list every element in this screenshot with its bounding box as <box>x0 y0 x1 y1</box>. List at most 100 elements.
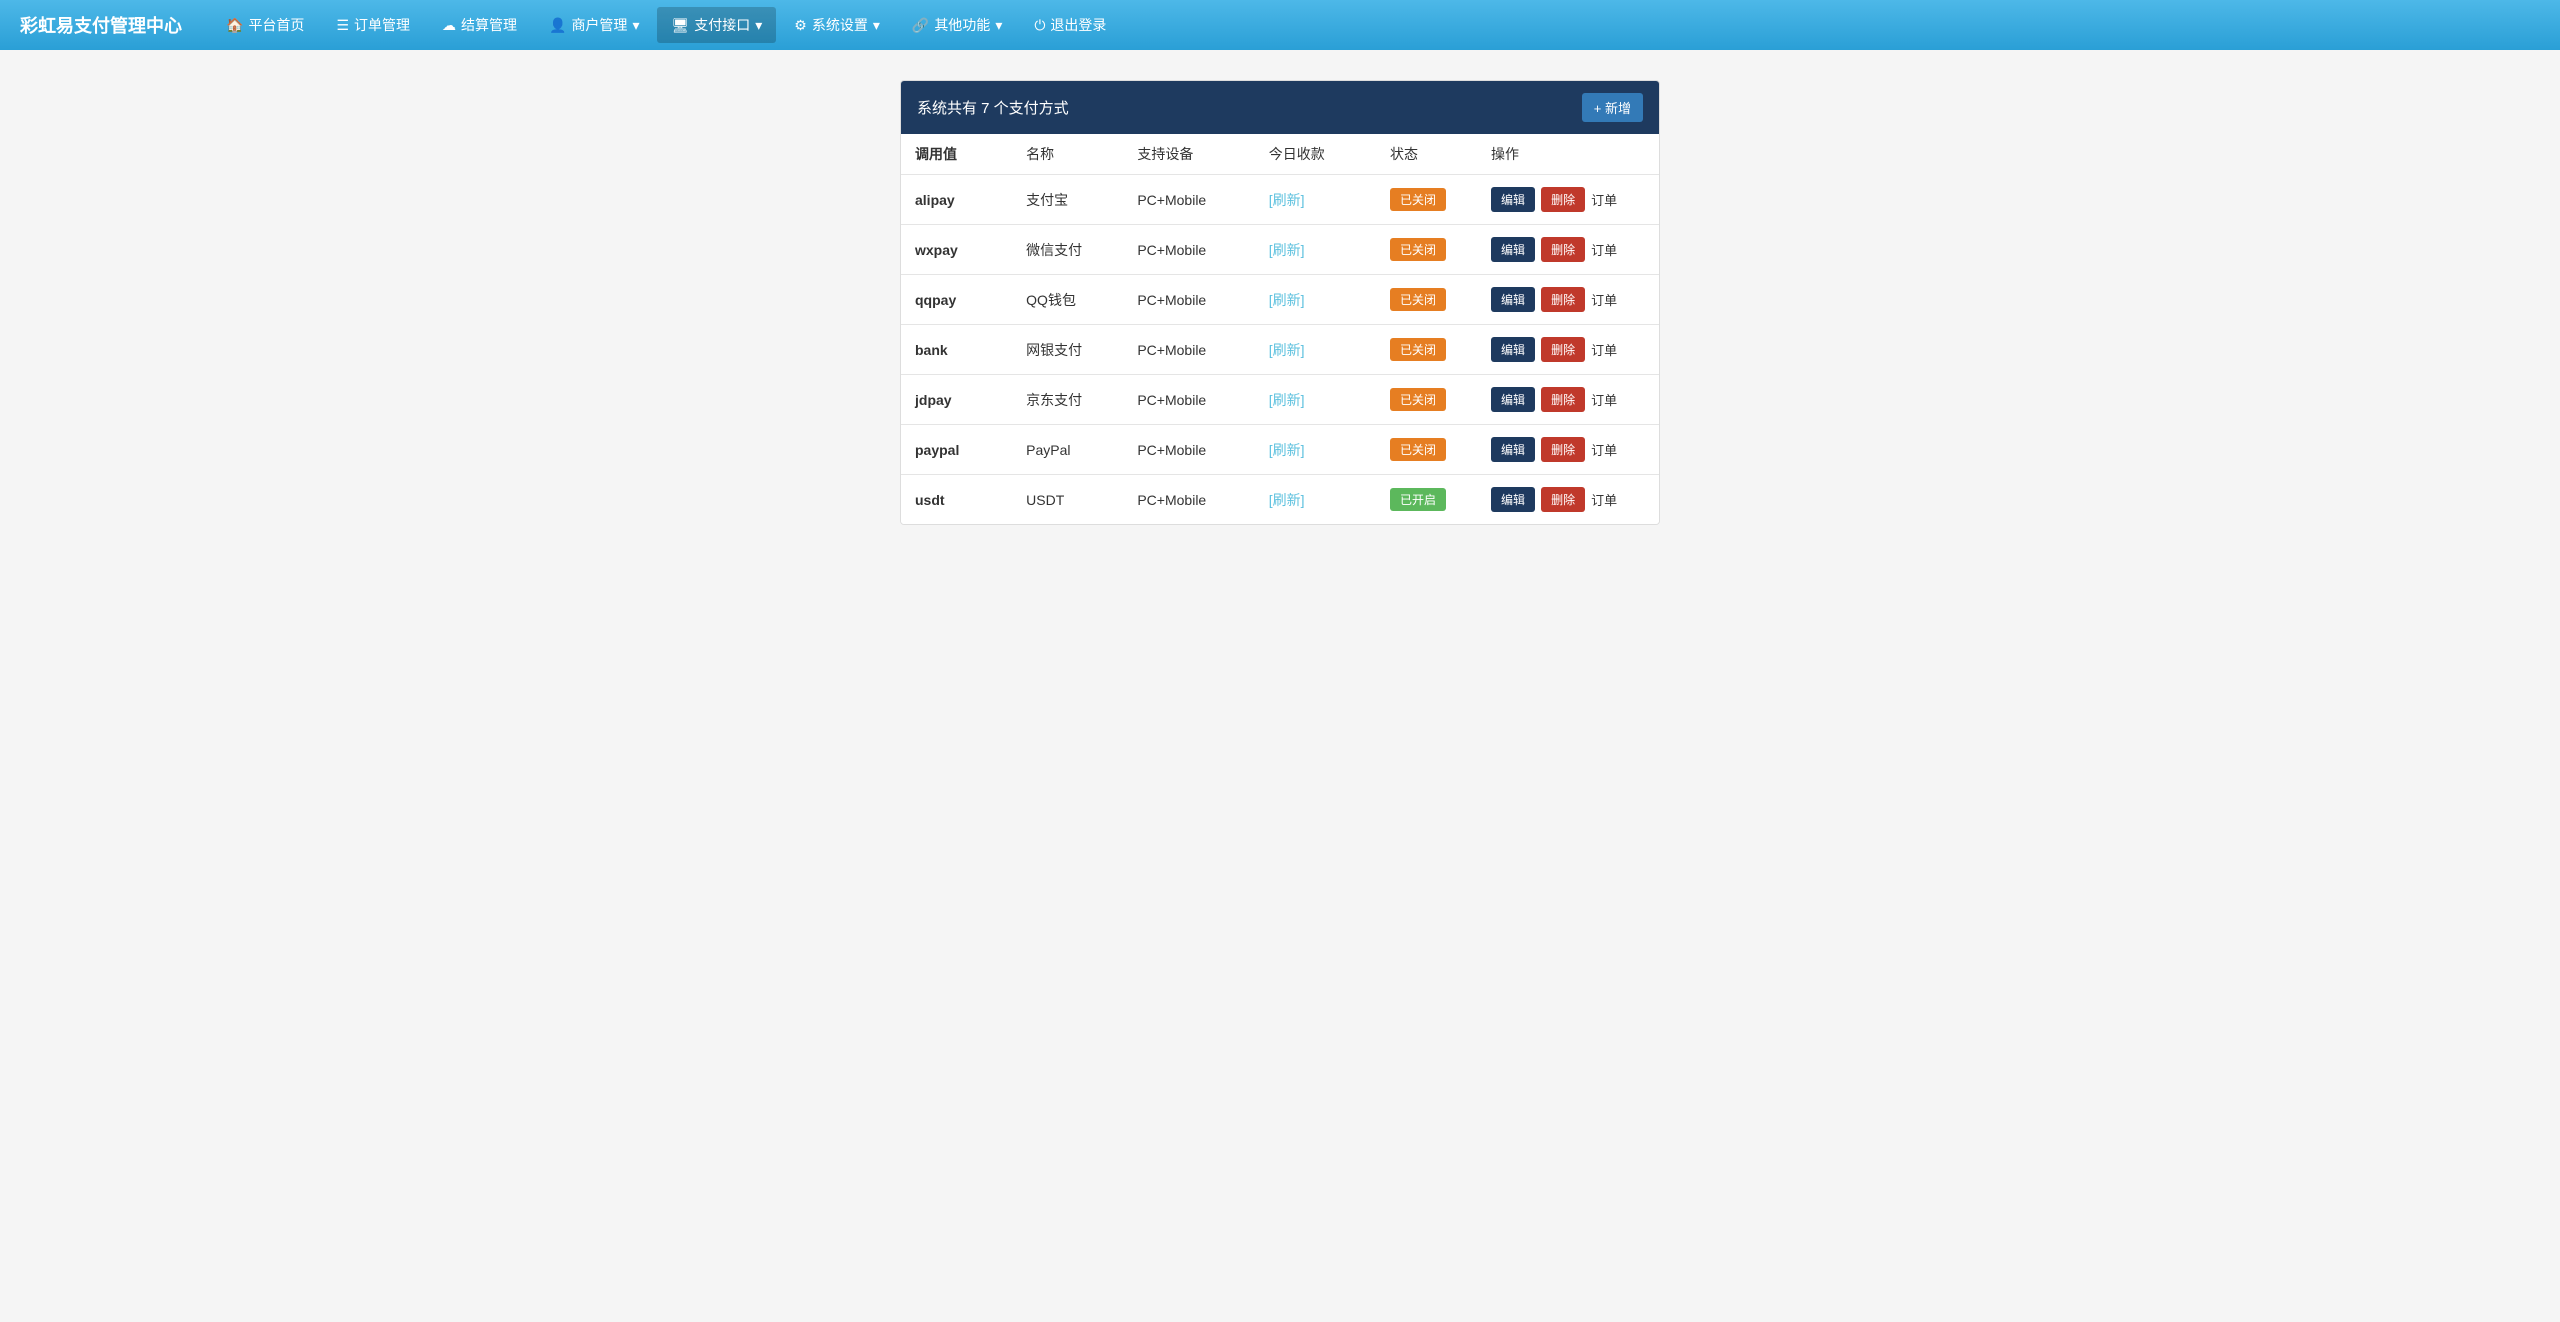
nav-item-logout[interactable]: ⏻ 退出登录 <box>1020 7 1120 43</box>
cell-today-6[interactable]: [刷新] <box>1255 475 1376 525</box>
nav-link-settlement[interactable]: ☁ 结算管理 <box>428 7 531 43</box>
nav-link-home[interactable]: 🏠 平台首页 <box>212 7 318 43</box>
delete-button-0[interactable]: 删除 <box>1541 187 1585 212</box>
table-row: qqpay QQ钱包 PC+Mobile [刷新] 已关闭 编辑 删除 订单 <box>901 275 1659 325</box>
refresh-link-5[interactable]: [刷新] <box>1269 442 1305 458</box>
nav-item-settlement[interactable]: ☁ 结算管理 <box>428 7 531 43</box>
table-row: usdt USDT PC+Mobile [刷新] 已开启 编辑 删除 订单 <box>901 475 1659 525</box>
order-button-5[interactable]: 订单 <box>1591 440 1617 459</box>
card-title: 系统共有 7 个支付方式 <box>917 97 1069 118</box>
cell-name-2: QQ钱包 <box>1012 275 1123 325</box>
refresh-link-3[interactable]: [刷新] <box>1269 342 1305 358</box>
order-button-2[interactable]: 订单 <box>1591 290 1617 309</box>
delete-button-3[interactable]: 删除 <box>1541 337 1585 362</box>
cell-key-1: wxpay <box>901 225 1012 275</box>
merchant-icon: 👤 <box>549 17 566 34</box>
navbar: 彩虹易支付管理中心 🏠 平台首页 ☰ 订单管理 ☁ 结算管理 👤 商户管理 ▾ <box>0 0 2560 50</box>
cell-status-3: 已关闭 <box>1376 325 1477 375</box>
merchant-dropdown-icon: ▾ <box>632 17 639 34</box>
nav-item-settings[interactable]: ⚙ 系统设置 ▾ <box>780 7 894 43</box>
new-payment-button[interactable]: + 新增 <box>1582 93 1643 122</box>
cell-today-5[interactable]: [刷新] <box>1255 425 1376 475</box>
refresh-link-0[interactable]: [刷新] <box>1269 192 1305 208</box>
refresh-link-1[interactable]: [刷新] <box>1269 242 1305 258</box>
table-body: alipay 支付宝 PC+Mobile [刷新] 已关闭 编辑 删除 订单 w… <box>901 175 1659 525</box>
ops-group-4: 编辑 删除 订单 <box>1491 387 1645 412</box>
nav-item-home[interactable]: 🏠 平台首页 <box>212 7 318 43</box>
settings-dropdown-icon: ▾ <box>873 17 880 34</box>
nav-item-merchant[interactable]: 👤 商户管理 ▾ <box>535 7 653 43</box>
nav-item-payment[interactable]: 🖥 支付接口 ▾ <box>657 7 776 43</box>
cell-today-4[interactable]: [刷新] <box>1255 375 1376 425</box>
delete-button-6[interactable]: 删除 <box>1541 487 1585 512</box>
status-badge-3: 已关闭 <box>1390 338 1446 361</box>
edit-button-6[interactable]: 编辑 <box>1491 487 1535 512</box>
header-ops: 操作 <box>1477 134 1659 175</box>
table-header: 调用值 名称 支持设备 今日收款 状态 操作 <box>901 134 1659 175</box>
ops-group-0: 编辑 删除 订单 <box>1491 187 1645 212</box>
cell-key-6: usdt <box>901 475 1012 525</box>
nav-link-payment[interactable]: 🖥 支付接口 ▾ <box>657 7 776 43</box>
cell-ops-2: 编辑 删除 订单 <box>1477 275 1659 325</box>
cell-status-6: 已开启 <box>1376 475 1477 525</box>
nav-link-logout[interactable]: ⏻ 退出登录 <box>1020 7 1120 43</box>
nav-link-merchant[interactable]: 👤 商户管理 ▾ <box>535 7 653 43</box>
cell-ops-1: 编辑 删除 订单 <box>1477 225 1659 275</box>
table-row: wxpay 微信支付 PC+Mobile [刷新] 已关闭 编辑 删除 订单 <box>901 225 1659 275</box>
cell-status-5: 已关闭 <box>1376 425 1477 475</box>
refresh-link-6[interactable]: [刷新] <box>1269 492 1305 508</box>
order-button-6[interactable]: 订单 <box>1591 490 1617 509</box>
cell-today-1[interactable]: [刷新] <box>1255 225 1376 275</box>
delete-button-5[interactable]: 删除 <box>1541 437 1585 462</box>
delete-button-2[interactable]: 删除 <box>1541 287 1585 312</box>
main-content: 系统共有 7 个支付方式 + 新增 调用值 名称 支持设备 今日收款 状态 操作… <box>880 50 1680 555</box>
cell-today-3[interactable]: [刷新] <box>1255 325 1376 375</box>
refresh-link-4[interactable]: [刷新] <box>1269 392 1305 408</box>
edit-button-1[interactable]: 编辑 <box>1491 237 1535 262</box>
nav-label-other: 其他功能 <box>934 15 990 35</box>
table-row: paypal PayPal PC+Mobile [刷新] 已关闭 编辑 删除 订… <box>901 425 1659 475</box>
table-row: alipay 支付宝 PC+Mobile [刷新] 已关闭 编辑 删除 订单 <box>901 175 1659 225</box>
cell-key-3: bank <box>901 325 1012 375</box>
cell-device-3: PC+Mobile <box>1123 325 1254 375</box>
edit-button-0[interactable]: 编辑 <box>1491 187 1535 212</box>
nav-label-home: 平台首页 <box>248 15 304 35</box>
nav-label-logout: 退出登录 <box>1050 15 1106 35</box>
delete-button-4[interactable]: 删除 <box>1541 387 1585 412</box>
cell-name-3: 网银支付 <box>1012 325 1123 375</box>
edit-button-2[interactable]: 编辑 <box>1491 287 1535 312</box>
header-today: 今日收款 <box>1255 134 1376 175</box>
status-badge-6: 已开启 <box>1390 488 1446 511</box>
nav-item-other[interactable]: 🔗 其他功能 ▾ <box>898 7 1016 43</box>
nav-item-orders[interactable]: ☰ 订单管理 <box>322 7 424 43</box>
other-icon: 🔗 <box>912 17 929 34</box>
edit-button-4[interactable]: 编辑 <box>1491 387 1535 412</box>
cell-today-0[interactable]: [刷新] <box>1255 175 1376 225</box>
edit-button-3[interactable]: 编辑 <box>1491 337 1535 362</box>
nav-label-settlement: 结算管理 <box>461 15 517 35</box>
cell-key-0: alipay <box>901 175 1012 225</box>
cell-key-5: paypal <box>901 425 1012 475</box>
order-button-3[interactable]: 订单 <box>1591 340 1617 359</box>
nav-link-other[interactable]: 🔗 其他功能 ▾ <box>898 7 1016 43</box>
nav-link-settings[interactable]: ⚙ 系统设置 ▾ <box>780 7 894 43</box>
cell-ops-5: 编辑 删除 订单 <box>1477 425 1659 475</box>
cell-today-2[interactable]: [刷新] <box>1255 275 1376 325</box>
cell-device-4: PC+Mobile <box>1123 375 1254 425</box>
ops-group-1: 编辑 删除 订单 <box>1491 237 1645 262</box>
delete-button-1[interactable]: 删除 <box>1541 237 1585 262</box>
order-button-4[interactable]: 订单 <box>1591 390 1617 409</box>
order-button-1[interactable]: 订单 <box>1591 240 1617 259</box>
status-badge-1: 已关闭 <box>1390 238 1446 261</box>
cell-status-0: 已关闭 <box>1376 175 1477 225</box>
payment-methods-table: 调用值 名称 支持设备 今日收款 状态 操作 alipay 支付宝 PC+Mob… <box>901 134 1659 524</box>
cell-key-2: qqpay <box>901 275 1012 325</box>
cell-status-2: 已关闭 <box>1376 275 1477 325</box>
status-badge-5: 已关闭 <box>1390 438 1446 461</box>
header-device: 支持设备 <box>1123 134 1254 175</box>
cell-ops-6: 编辑 删除 订单 <box>1477 475 1659 525</box>
refresh-link-2[interactable]: [刷新] <box>1269 292 1305 308</box>
nav-link-orders[interactable]: ☰ 订单管理 <box>322 7 424 43</box>
edit-button-5[interactable]: 编辑 <box>1491 437 1535 462</box>
order-button-0[interactable]: 订单 <box>1591 190 1617 209</box>
